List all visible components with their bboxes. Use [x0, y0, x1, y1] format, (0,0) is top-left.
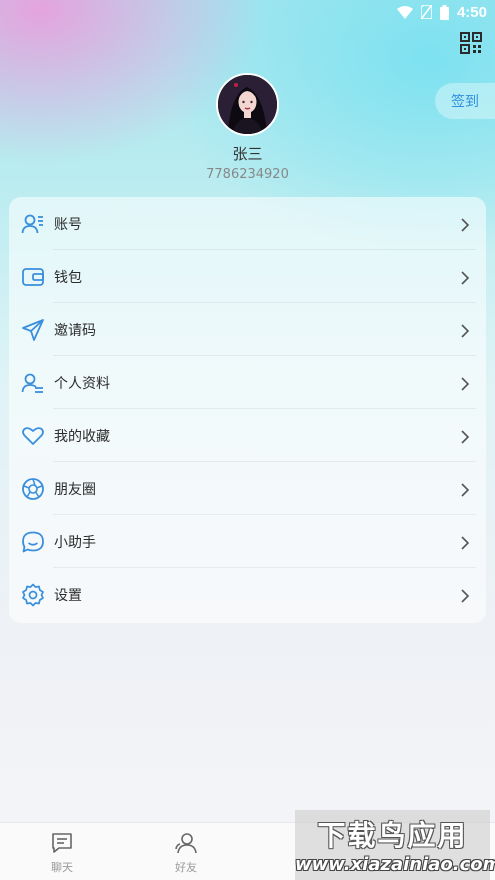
status-time: 4:50 [456, 3, 487, 21]
menu-item-moments[interactable]: 朋友圈 [9, 462, 486, 515]
tab-friends[interactable]: 好友 [124, 823, 248, 880]
user-id: 7786234920 [206, 167, 289, 182]
username: 张三 [232, 145, 263, 163]
chat-icon [50, 831, 74, 855]
menu-item-settings[interactable]: 设置 [9, 568, 486, 621]
menu-item-label: 钱包 [54, 269, 82, 286]
chevron-right-icon [460, 323, 470, 338]
chevron-right-icon [460, 588, 470, 603]
watermark: 下载鸟应用 www.xiazainiao.com [295, 810, 495, 880]
sign-in-button[interactable]: 签到 [435, 83, 495, 119]
chevron-right-icon [460, 535, 470, 550]
menu-item-label: 我的收藏 [54, 428, 110, 445]
battery-icon [439, 4, 449, 20]
menu-item-label: 账号 [54, 216, 82, 233]
menu-item-assistant[interactable]: 小助手 [9, 515, 486, 568]
avatar[interactable] [216, 73, 279, 136]
wallet-icon [21, 265, 45, 289]
tab-label: 聊天 [51, 861, 73, 874]
menu-item-label: 设置 [54, 587, 82, 604]
sign-in-label: 签到 [451, 94, 479, 110]
wifi-icon [396, 5, 413, 19]
menu-item-profile[interactable]: 个人资料 [9, 356, 486, 409]
watermark-url: www.xiazainiao.com [295, 854, 495, 875]
watermark-title: 下载鸟应用 [317, 819, 468, 852]
heart-icon [21, 424, 45, 448]
menu-card: 账号 钱包 邀请码 个人资料 我的收藏 朋友圈 小助手 设置 [9, 197, 486, 623]
chevron-right-icon [460, 217, 470, 232]
menu-item-favorites[interactable]: 我的收藏 [9, 409, 486, 462]
menu-item-label: 小助手 [54, 534, 96, 551]
tab-chat[interactable]: 聊天 [0, 823, 124, 880]
tab-label: 好友 [175, 861, 197, 874]
profile-icon [21, 371, 45, 395]
menu-item-label: 个人资料 [54, 375, 110, 392]
chevron-right-icon [460, 270, 470, 285]
account-icon [21, 212, 45, 236]
menu-item-account[interactable]: 账号 [9, 197, 486, 250]
paper-plane-icon [21, 318, 45, 342]
chevron-right-icon [460, 376, 470, 391]
menu-item-invite-code[interactable]: 邀请码 [9, 303, 486, 356]
menu-item-label: 邀请码 [54, 322, 96, 339]
aperture-icon [21, 477, 45, 501]
chevron-right-icon [460, 482, 470, 497]
status-bar: 4:50 [0, 0, 495, 24]
gear-icon [21, 583, 45, 607]
friends-icon [174, 831, 198, 855]
menu-item-wallet[interactable]: 钱包 [9, 250, 486, 303]
qr-code-icon[interactable] [460, 32, 482, 54]
menu-item-label: 朋友圈 [54, 481, 96, 498]
chat-bubble-icon [21, 530, 45, 554]
no-sim-icon [420, 5, 432, 19]
chevron-right-icon [460, 429, 470, 444]
